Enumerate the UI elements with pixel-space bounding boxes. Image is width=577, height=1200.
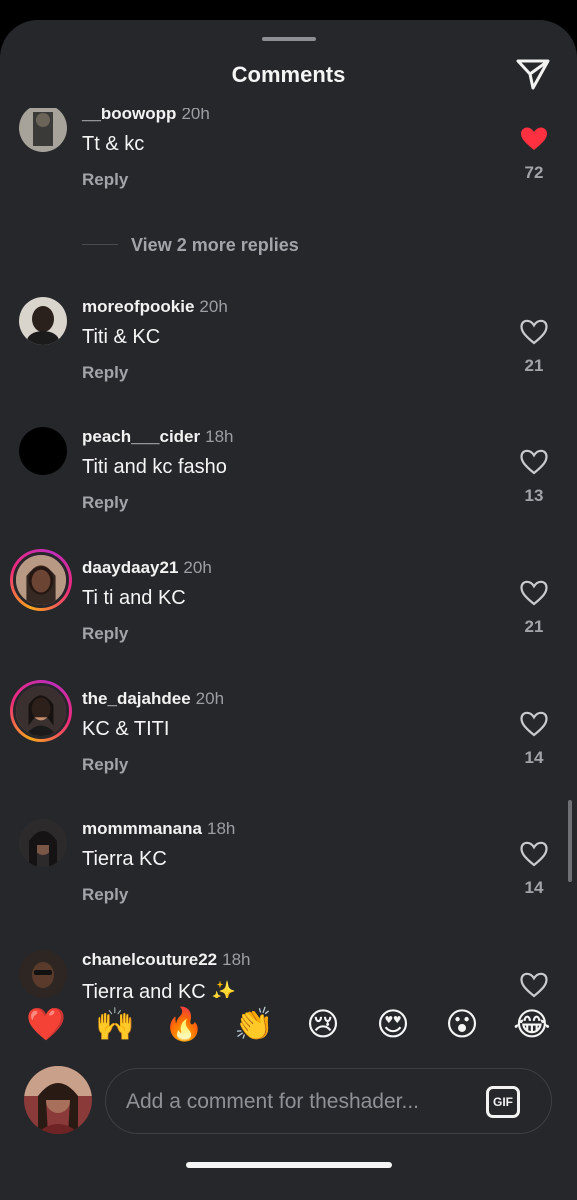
avatar[interactable] [19, 108, 67, 152]
comment-item: __boowopp 20h Tt & kc Reply 72 [0, 108, 577, 214]
heart-filled-icon[interactable] [520, 126, 548, 152]
comment-time: 18h [205, 427, 234, 446]
comment-item: peach___cider 18h Titi and kc fasho Reply… [0, 427, 577, 537]
comment-username[interactable]: mommmanana 18h [82, 819, 235, 839]
avatar[interactable] [19, 819, 67, 867]
crying-face-emoji-button[interactable]: 😢 [301, 1004, 345, 1044]
comment-time: 20h [195, 689, 225, 708]
clapping-hands-emoji-button[interactable]: 👏 [232, 1004, 276, 1044]
reply-button[interactable]: Reply [82, 885, 128, 905]
paper-plane-icon[interactable] [514, 56, 552, 92]
comment-text: KC & TITI [82, 718, 170, 740]
like-count: 72 [524, 163, 544, 182]
gif-button[interactable]: GIF [486, 1086, 520, 1118]
heart-icon[interactable] [520, 319, 548, 345]
comment-item: moreofpookie 20h Titi & KC Reply 21 [0, 297, 577, 407]
comment-text: Tierra and KC ✨ [82, 981, 237, 998]
comment-username[interactable]: the_dajahdee 20h [82, 689, 224, 709]
current-user-avatar [24, 1066, 92, 1134]
avatar-story-ring[interactable] [10, 680, 72, 742]
avatar[interactable] [19, 950, 67, 998]
scrollbar[interactable] [568, 800, 572, 882]
like-count: 13 [524, 486, 544, 505]
view-more-replies-button[interactable]: View 2 more replies [82, 232, 322, 258]
divider-line [82, 244, 118, 245]
comment-time: 20h [183, 558, 212, 577]
laughing-face-emoji-button[interactable]: 😂 [510, 1004, 554, 1044]
like-count: 21 [524, 356, 544, 375]
comment-username[interactable]: peach___cider 18h [82, 427, 234, 447]
surprised-face-emoji-button[interactable]: 😮 [440, 1004, 484, 1044]
avatar-story-ring[interactable] [10, 549, 72, 611]
reply-button[interactable]: Reply [82, 170, 128, 190]
heart-icon[interactable] [520, 972, 548, 998]
comment-input-placeholder: Add a comment for theshader... [126, 1090, 419, 1113]
red-heart-emoji-button[interactable]: ❤️ [24, 1004, 68, 1044]
reply-button[interactable]: Reply [82, 624, 128, 644]
reply-button[interactable]: Reply [82, 493, 128, 513]
drag-handle[interactable] [262, 37, 316, 41]
comment-time: 18h [206, 819, 236, 838]
heart-icon[interactable] [520, 449, 548, 475]
heart-eyes-emoji-button[interactable]: 😍 [371, 1004, 415, 1044]
view-more-replies-label: View 2 more replies [131, 235, 299, 255]
home-indicator[interactable] [186, 1162, 392, 1168]
sheet-title: Comments [231, 62, 346, 87]
raised-hands-emoji-button[interactable]: 🙌 [93, 1004, 137, 1044]
comment-list[interactable]: __boowopp 20h Tt & kc Reply 72 View 2 mor… [0, 108, 577, 998]
like-count: 14 [524, 748, 544, 767]
comments-sheet: Comments __boowopp 20h Tt & kc Reply 72 V… [0, 20, 577, 1200]
reply-button[interactable]: Reply [82, 755, 128, 775]
comment-text: Tierra KC [82, 848, 167, 870]
heart-icon[interactable] [520, 841, 548, 867]
comment-time: 18h [222, 950, 251, 969]
comment-item: chanelcouture22 18h Tierra and KC ✨ [0, 950, 577, 998]
comment-item: mommmanana 18h Tierra KC Reply 14 [0, 819, 577, 929]
comment-username[interactable]: daaydaay21 20h [82, 558, 212, 578]
comment-time: 20h [199, 297, 228, 316]
heart-icon[interactable] [520, 580, 548, 606]
like-count: 21 [524, 617, 544, 636]
emoji-quick-bar: ❤️ 🙌 🔥 👏 😢 😍 😮 😂 [0, 1004, 577, 1044]
avatar[interactable] [19, 427, 67, 475]
fire-emoji-button[interactable]: 🔥 [162, 1004, 206, 1044]
comment-text: Titi and kc fasho [82, 456, 227, 478]
reply-button[interactable]: Reply [82, 363, 128, 383]
comment-text: Titi & KC [82, 326, 161, 348]
comment-text: Tt & kc [82, 133, 145, 155]
comment-time: 20h [181, 108, 210, 123]
comment-item: the_dajahdee 20h KC & TITI Reply 14 [0, 680, 577, 799]
heart-icon[interactable] [520, 711, 548, 737]
comment-item: daaydaay21 20h Ti ti and KC Reply 21 [0, 549, 577, 668]
like-count: 14 [524, 878, 544, 897]
avatar[interactable] [19, 297, 67, 345]
comment-input[interactable]: Add a comment for theshader... GIF [105, 1068, 552, 1134]
comment-username[interactable]: chanelcouture22 18h [82, 950, 250, 970]
comment-username[interactable]: __boowopp 20h [82, 108, 210, 124]
comment-text: Ti ti and KC [82, 587, 186, 609]
comment-username[interactable]: moreofpookie 20h [82, 297, 228, 317]
